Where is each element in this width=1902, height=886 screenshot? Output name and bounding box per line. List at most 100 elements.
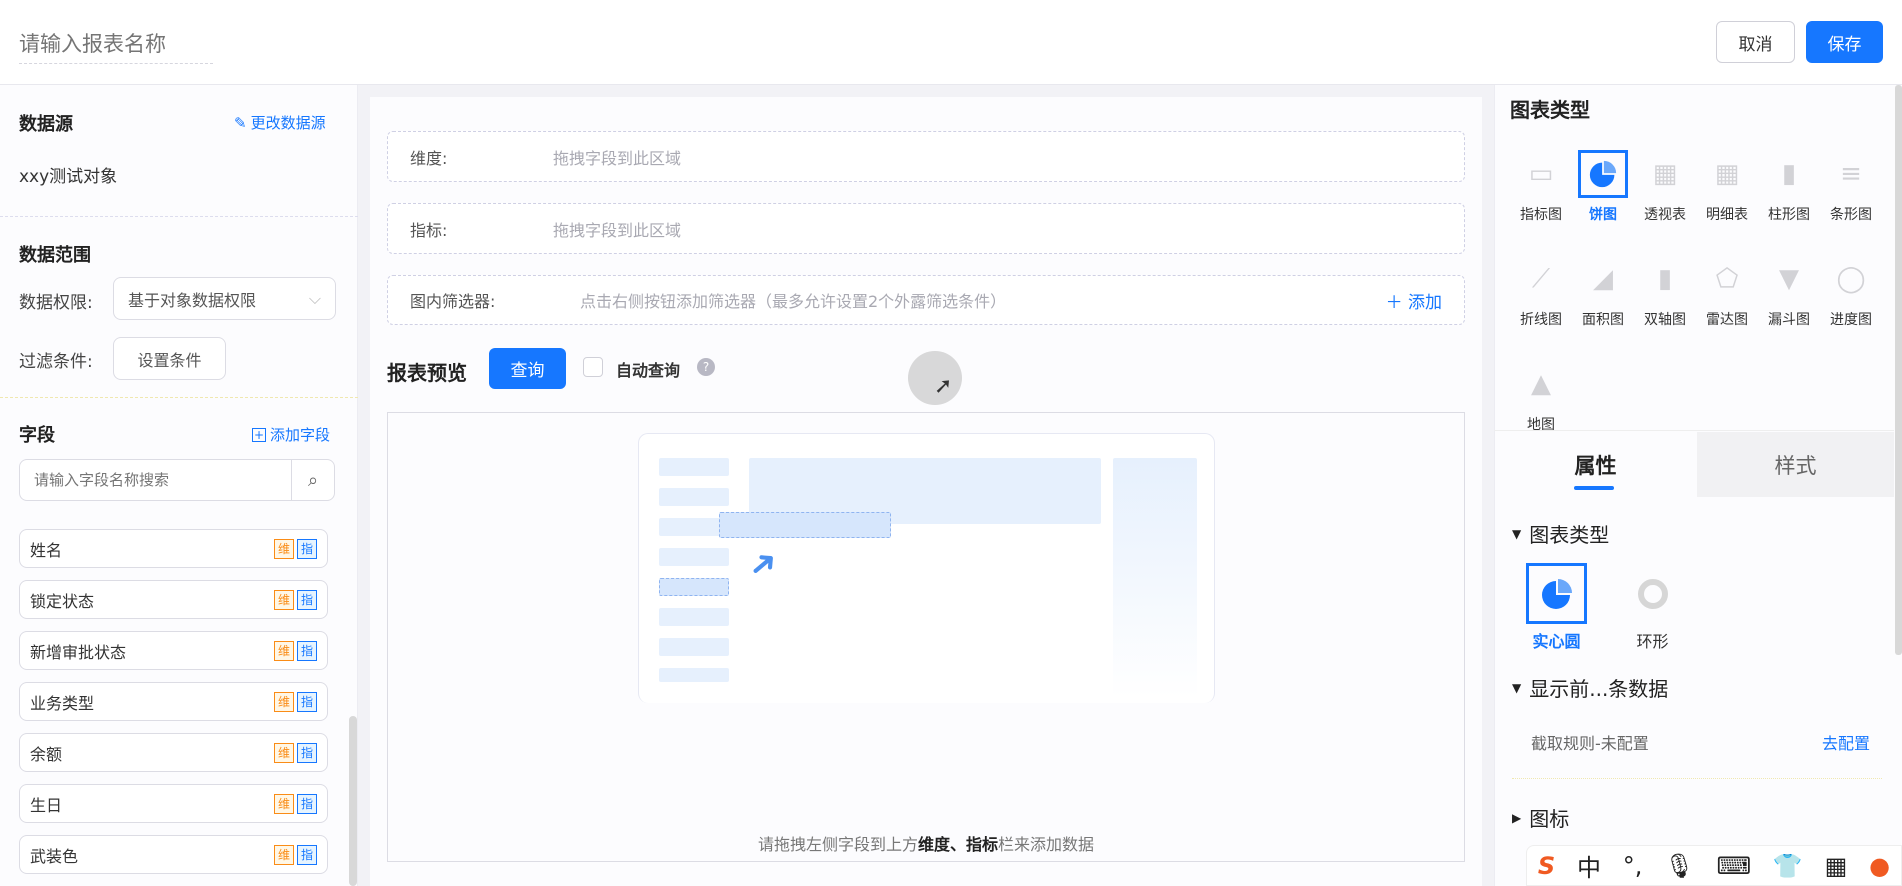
add-filter-button[interactable]: ＋ 添加 — [1386, 288, 1442, 313]
preview-hint: 请拖拽左侧字段到上方维度、指标栏来添加数据 — [757, 835, 1095, 854]
right-scrollbar[interactable] — [1895, 85, 1902, 655]
report-name-input[interactable] — [19, 24, 213, 64]
field-search: ⌕ — [19, 459, 335, 501]
metric-tag[interactable]: 指 — [297, 538, 317, 559]
chart-type-option[interactable]: ▭ 指标图 — [1510, 150, 1572, 224]
chart-type-label: 地图 — [1527, 417, 1555, 433]
chart-type-icon: ⟋ — [1531, 263, 1551, 294]
search-button[interactable]: ⌕ — [291, 460, 334, 500]
field-name: 姓名 — [30, 540, 63, 560]
chart-type-option[interactable]: ◢ 面积图 — [1572, 255, 1634, 329]
chart-type-label: 面积图 — [1582, 312, 1624, 328]
left-scrollbar[interactable] — [349, 716, 357, 886]
apps-grid-icon[interactable]: ▦ — [1825, 852, 1848, 880]
chart-type-icon: ≡ — [1840, 159, 1862, 189]
pie-solid-option[interactable] — [1526, 563, 1587, 624]
auto-query-label: 自动查询 — [616, 361, 681, 380]
field-name: 生日 — [30, 795, 63, 815]
sogou-logo-icon[interactable]: S — [1538, 852, 1555, 880]
set-condition-button[interactable]: 设置条件 — [113, 337, 226, 380]
chart-type-option[interactable]: ▦ 透视表 — [1634, 150, 1696, 224]
tab-style[interactable]: 样式 — [1697, 432, 1894, 497]
dimension-dropzone[interactable]: 维度: 拖拽字段到此区域 — [387, 131, 1465, 182]
chart-type-label: 漏斗图 — [1768, 312, 1810, 328]
caret-right-icon: ▶ — [1512, 810, 1522, 825]
filter-zone-placeholder: 点击右侧按钮添加筛选器（最多允许设置2个外露筛选条件） — [580, 292, 1007, 311]
field-item[interactable]: 武装色 维指 — [19, 835, 328, 874]
chart-type-option[interactable]: ▮ 双轴图 — [1634, 255, 1696, 329]
empty-illustration: ➜ — [638, 433, 1215, 703]
chart-type-icon: ▮ — [1657, 264, 1673, 294]
topn-config-link[interactable]: 去配置 — [1822, 730, 1870, 754]
fields-title: 字段 — [19, 425, 55, 446]
skin-shirt-icon[interactable]: 👕 — [1773, 852, 1803, 880]
dimension-tag[interactable]: 维 — [274, 691, 294, 712]
chart-type-option[interactable]: ≡ 条形图 — [1820, 150, 1882, 224]
metric-tag[interactable]: 指 — [297, 589, 317, 610]
pie-ring-option[interactable] — [1622, 563, 1683, 624]
field-item[interactable]: 新增审批状态 维指 — [19, 631, 328, 670]
chart-type-option[interactable]: ▼ 漏斗图 — [1758, 255, 1820, 329]
ime-lang-toggle[interactable]: 中 — [1577, 848, 1601, 883]
field-item[interactable]: 生日 维指 — [19, 784, 328, 823]
metric-tag[interactable]: 指 — [297, 691, 317, 712]
topn-rule: 截取规则-未配置 — [1531, 734, 1649, 753]
metric-dropzone[interactable]: 指标: 拖拽字段到此区域 — [387, 203, 1465, 254]
dimension-tag[interactable]: 维 — [274, 793, 294, 814]
keyboard-icon[interactable]: ⌨ — [1716, 852, 1751, 880]
metric-label: 指标: — [410, 220, 448, 240]
help-icon[interactable]: ? — [697, 358, 715, 376]
metric-tag[interactable]: 指 — [297, 742, 317, 763]
save-button[interactable]: 保存 — [1806, 21, 1883, 63]
plus-square-icon: + — [252, 427, 266, 442]
chart-type-option[interactable]: ▲ 地图 — [1510, 360, 1572, 434]
chart-type-label: 雷达图 — [1706, 312, 1748, 328]
add-field-link[interactable]: + 添加字段 — [252, 424, 330, 445]
section-topn[interactable]: ▼ 显示前...条数据 — [1512, 673, 1668, 702]
mascot-icon[interactable]: ● — [1869, 852, 1890, 880]
dimension-tag[interactable]: 维 — [274, 640, 294, 661]
field-name: 武装色 — [30, 846, 79, 866]
chart-type-option[interactable]: ⬠ 雷达图 — [1696, 255, 1758, 329]
dimension-tag[interactable]: 维 — [274, 742, 294, 763]
chart-type-label: 透视表 — [1644, 207, 1686, 223]
query-button[interactable]: 查询 — [489, 348, 566, 389]
chart-type-label: 进度图 — [1830, 312, 1872, 328]
ime-punct-toggle[interactable]: °, — [1623, 852, 1643, 880]
chart-type-option[interactable]: ⟋ 折线图 — [1510, 255, 1572, 329]
change-datasource-link[interactable]: ✎ 更改数据源 — [234, 112, 326, 133]
field-search-input[interactable] — [20, 460, 291, 500]
chart-type-label: 双轴图 — [1644, 312, 1686, 328]
field-item[interactable]: 姓名 维指 — [19, 529, 328, 568]
cancel-button[interactable]: 取消 — [1716, 21, 1795, 63]
dimension-tag[interactable]: 维 — [274, 589, 294, 610]
chart-type-option[interactable]: 饼图 — [1572, 150, 1634, 224]
chart-type-option[interactable]: ▮ 柱形图 — [1758, 150, 1820, 224]
preview-area: ➜ 请拖拽左侧字段到上方维度、指标栏来添加数据 — [387, 412, 1465, 862]
mouse-cursor-icon: ➚ — [934, 374, 953, 399]
field-name: 余额 — [30, 744, 63, 764]
chart-type-option[interactable]: ◯ 进度图 — [1820, 255, 1882, 329]
active-tab-indicator — [1574, 486, 1614, 490]
metric-tag[interactable]: 指 — [297, 793, 317, 814]
chart-type-option[interactable]: ▦ 明细表 — [1696, 150, 1758, 224]
datasource-value: xxy测试对象 — [19, 167, 118, 187]
metric-tag[interactable]: 指 — [297, 640, 317, 661]
permission-select[interactable]: 基于对象数据权限 ⌵ — [113, 277, 336, 320]
filter-label: 过滤条件: — [19, 352, 93, 372]
chart-type-label: 饼图 — [1589, 207, 1617, 223]
microphone-icon[interactable]: 🎙 — [1664, 852, 1694, 880]
field-item[interactable]: 余额 维指 — [19, 733, 328, 772]
dimension-tag[interactable]: 维 — [274, 538, 294, 559]
chart-type-icon: ▲ — [1531, 369, 1551, 399]
plus-icon: ＋ — [1385, 292, 1403, 313]
metric-tag[interactable]: 指 — [297, 844, 317, 865]
section-icon[interactable]: ▶ 图标 — [1512, 803, 1569, 832]
field-item[interactable]: 业务类型 维指 — [19, 682, 328, 721]
arrow-icon: ➜ — [739, 539, 788, 589]
field-item[interactable]: 锁定状态 维指 — [19, 580, 328, 619]
section-chart-type[interactable]: ▼ 图表类型 — [1512, 519, 1609, 548]
dimension-tag[interactable]: 维 — [274, 844, 294, 865]
edit-icon: ✎ — [234, 113, 247, 132]
auto-query-checkbox[interactable] — [583, 357, 603, 377]
